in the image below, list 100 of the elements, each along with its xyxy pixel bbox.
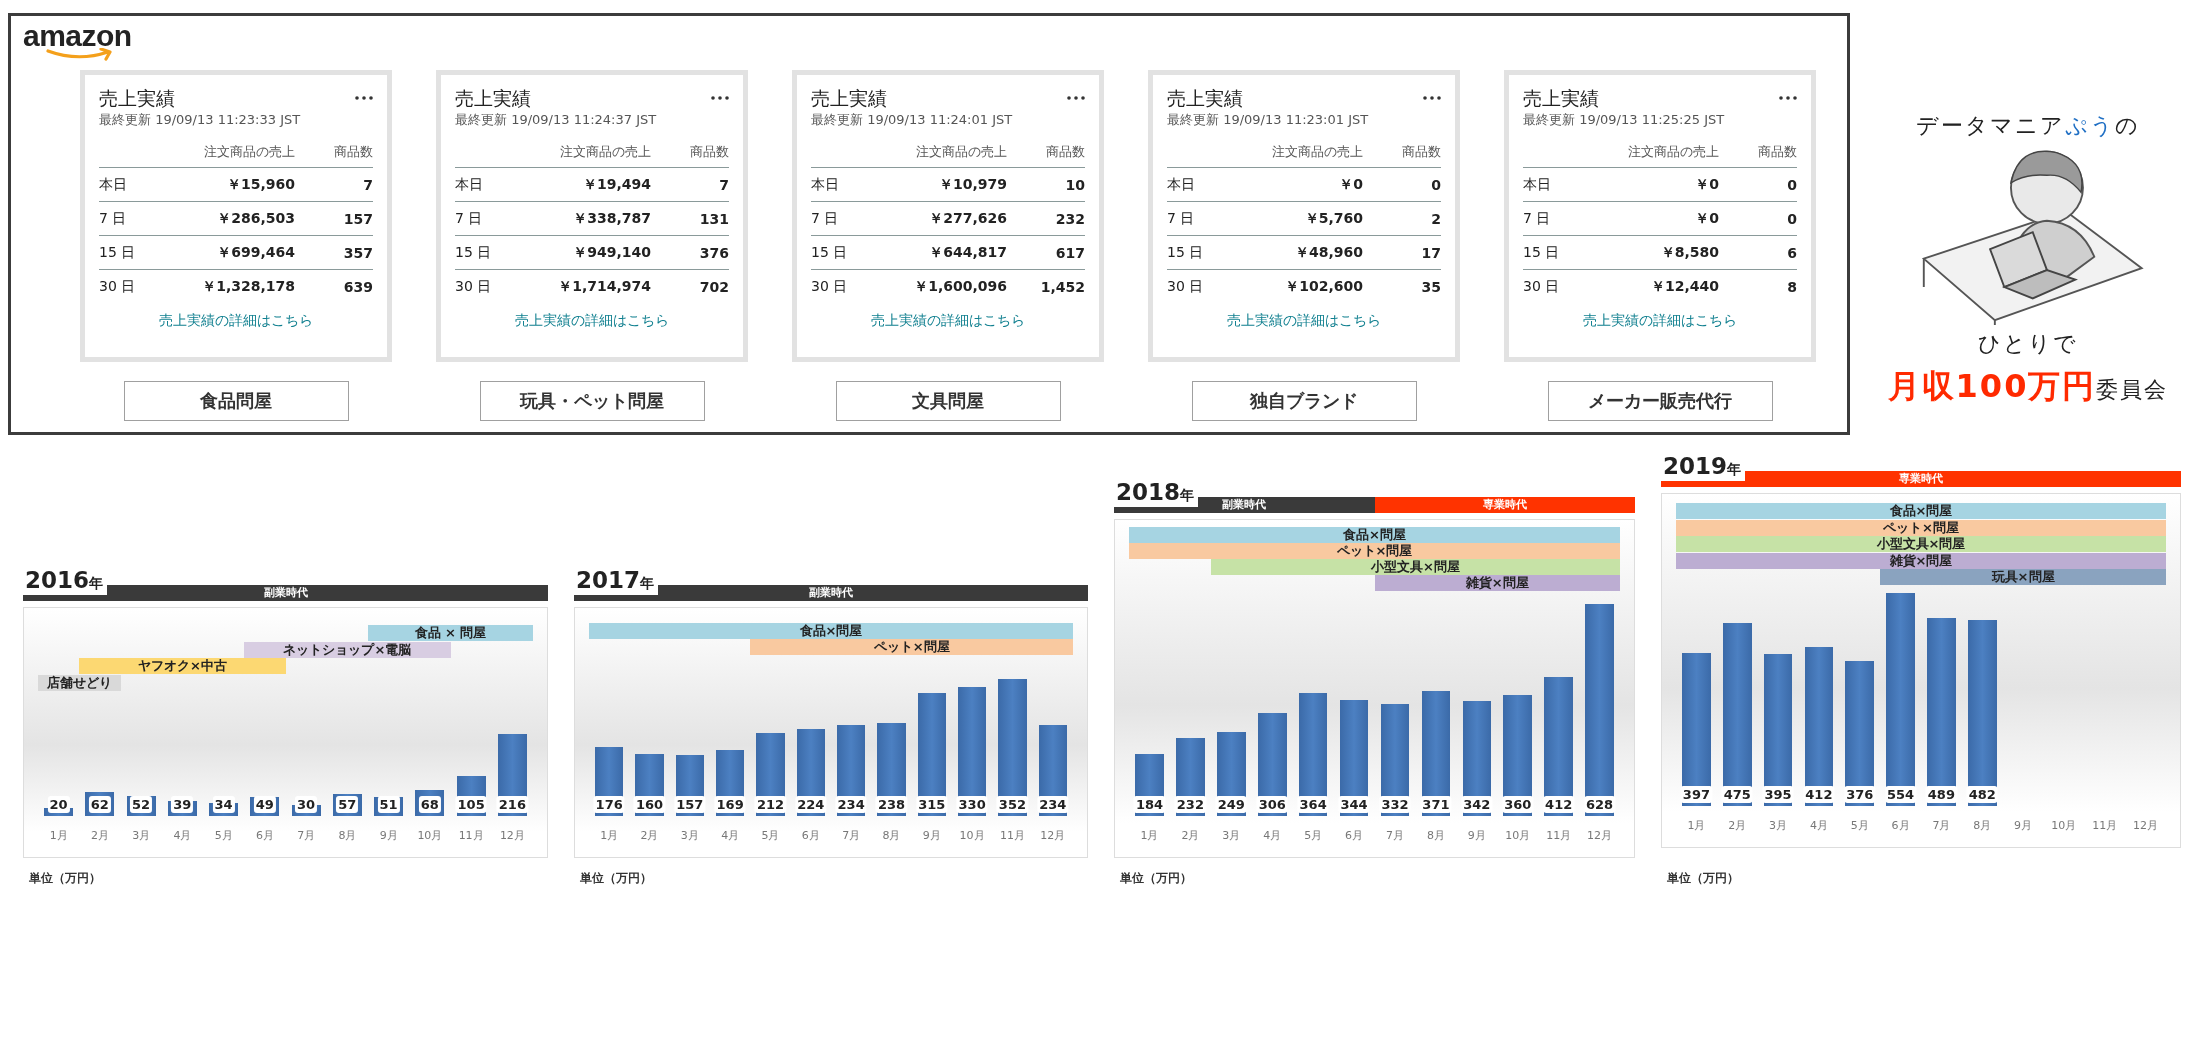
axis-label: 12月 — [2132, 818, 2159, 833]
axis-label: 4月 — [172, 828, 193, 843]
axis-label: 8月 — [337, 828, 358, 843]
sales-cell-text: ￥10,979 — [937, 175, 1007, 194]
sales-cell-text: ￥0 — [1694, 209, 1719, 228]
column-header: 注文商品の売上 — [915, 143, 1007, 161]
sales-cell-text: ￥1,328,178 — [201, 277, 295, 296]
units-cell-text: 7 — [718, 176, 729, 193]
period-cell-text: 本日 — [811, 175, 840, 194]
column-header: 商品数 — [1757, 143, 1797, 161]
axis-label: 5月 — [1303, 828, 1324, 843]
axis-label: 6月 — [254, 828, 275, 843]
axis-label: 8月 — [1425, 828, 1446, 843]
category-button[interactable]: 独自ブランド — [1191, 381, 1417, 421]
period-cell-text: 30 日 — [99, 277, 137, 296]
axis-label: 9月 — [2013, 818, 2034, 833]
units-cell-text: 232 — [1054, 210, 1085, 227]
value-label: 105 — [455, 796, 487, 813]
more-icon[interactable] — [1779, 96, 1797, 100]
category-button[interactable]: 食品問屋 — [123, 381, 349, 421]
period-cell-text: 30 日 — [1167, 277, 1205, 296]
axis-label: 6月 — [800, 828, 821, 843]
value-label: 68 — [418, 796, 441, 813]
axis-label: 7月 — [1385, 828, 1405, 843]
caption-text: 委員会 — [2096, 377, 2169, 402]
axis-label: 10月 — [416, 828, 444, 843]
value-label: 628 — [1584, 796, 1616, 813]
units-cell-text: 35 — [1420, 278, 1441, 295]
value-label: 360 — [1502, 796, 1534, 813]
column-header: 注文商品の売上 — [203, 143, 295, 161]
period-band: 玩具×問屋 — [1880, 569, 2166, 585]
value-label: 157 — [674, 796, 706, 813]
more-icon[interactable] — [711, 96, 729, 100]
value-label: 232 — [1174, 796, 1206, 813]
category-button[interactable]: メーカー販売代行 — [1547, 381, 1773, 421]
period-band: ペット×問屋 — [1676, 519, 2166, 536]
column-header: 商品数 — [689, 143, 729, 161]
value-label: 475 — [1721, 786, 1753, 803]
value-label: 52 — [130, 796, 153, 813]
axis-label: 5月 — [760, 828, 781, 843]
details-link[interactable]: 売上実績の詳細はこちら — [159, 312, 313, 328]
sales-cell-text: ￥12,440 — [1649, 277, 1719, 296]
caption-text: の — [2115, 113, 2140, 138]
period-band: 小型文具×問屋 — [1210, 559, 1620, 575]
sales-cell-text: ￥48,960 — [1293, 243, 1363, 262]
axis-label: 10月 — [1504, 828, 1532, 843]
sales-cell-text: ￥286,503 — [216, 209, 295, 228]
column-header: 注文商品の売上 — [1627, 143, 1719, 161]
period-cell-text: 7 日 — [1167, 209, 1196, 228]
units-cell-text: 0 — [1786, 176, 1797, 193]
axis-label: 5月 — [213, 828, 234, 843]
card-title: 売上実績 — [99, 86, 175, 111]
units-cell-text: 10 — [1064, 176, 1085, 193]
details-link[interactable]: 売上実績の詳細はこちら — [1227, 312, 1381, 328]
value-label: 234 — [1037, 796, 1069, 813]
period-band: 食品×問屋 — [589, 623, 1073, 639]
caption-text: ぷう — [2065, 113, 2115, 138]
axis-label: 7月 — [841, 828, 862, 843]
period-band: 雑貨×問屋 — [1374, 575, 1620, 591]
period-band: 小型文具×問屋 — [1676, 536, 2166, 552]
period-band: 店舗せどり — [38, 674, 121, 691]
units-cell-text: 8 — [1786, 278, 1797, 295]
more-icon[interactable] — [355, 96, 373, 100]
more-icon[interactable] — [1423, 96, 1441, 100]
period-cell-text: 15 日 — [99, 243, 137, 262]
details-link[interactable]: 売上実績の詳細はこちら — [515, 312, 669, 328]
column-header: 商品数 — [333, 143, 373, 161]
axis-label: 7月 — [1931, 818, 1952, 833]
period-cell-text: 15 日 — [455, 243, 493, 262]
caption-text: データマニア — [1916, 113, 2065, 138]
axis-label: 8月 — [881, 828, 902, 843]
value-label: 332 — [1379, 796, 1411, 813]
value-label: 169 — [714, 796, 746, 813]
axis-label: 2月 — [1180, 828, 1201, 843]
axis-label: 2月 — [1727, 818, 1748, 833]
column-header: 商品数 — [1045, 143, 1085, 161]
units-cell-text: 131 — [698, 210, 729, 227]
period-band: 食品×問屋 — [1676, 503, 2166, 519]
axis-label: 4月 — [1808, 818, 1829, 833]
value-label: 364 — [1297, 796, 1329, 813]
more-icon[interactable] — [1067, 96, 1085, 100]
axis-label: 2月 — [89, 828, 110, 843]
last-updated-text: 最終更新 19/09/13 11:23:33 JST — [99, 111, 302, 129]
sales-cell-text: ￥949,140 — [572, 243, 651, 262]
units-cell-text: 0 — [1430, 176, 1441, 193]
units-cell-text: 2 — [1430, 210, 1441, 227]
period-cell-text: 本日 — [455, 175, 484, 194]
sales-cell-text: ￥15,960 — [225, 175, 295, 194]
category-button[interactable]: 文具問屋 — [835, 381, 1061, 421]
card-title: 売上実績 — [1167, 86, 1243, 111]
axis-label: 10月 — [2050, 818, 2078, 833]
value-label: 412 — [1543, 796, 1575, 813]
sales-cell-text: ￥699,464 — [216, 243, 295, 262]
details-link[interactable]: 売上実績の詳細はこちら — [1583, 312, 1737, 328]
category-button[interactable]: 玩具・ペット問屋 — [479, 381, 705, 421]
units-cell-text: 0 — [1786, 210, 1797, 227]
units-cell-text: 357 — [342, 244, 373, 261]
details-link[interactable]: 売上実績の詳細はこちら — [871, 312, 1025, 328]
value-label: 216 — [496, 796, 528, 813]
value-label: 249 — [1215, 796, 1247, 813]
